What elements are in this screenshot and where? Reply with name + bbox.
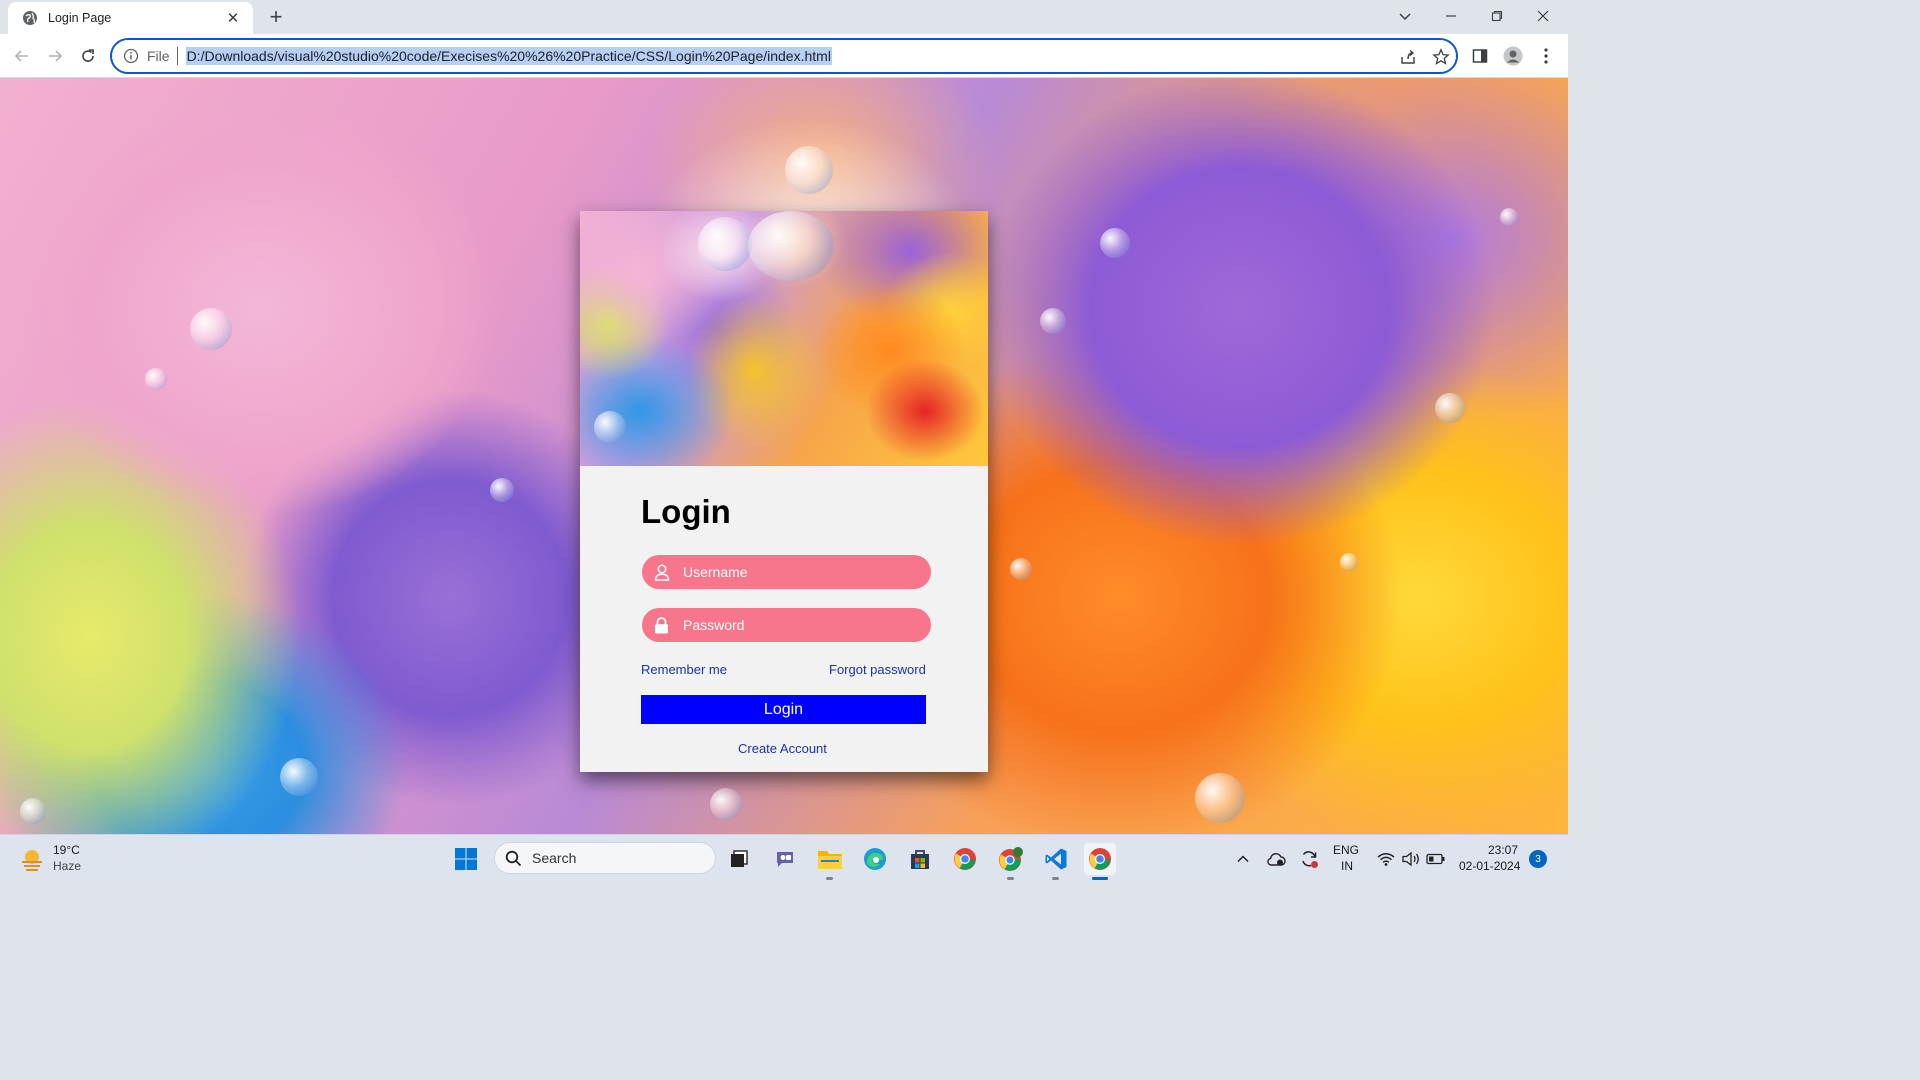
file-explorer-icon[interactable] xyxy=(814,843,846,875)
active-indicator xyxy=(1092,877,1108,880)
tab-close-icon[interactable]: ✕ xyxy=(223,8,243,28)
page-background: Login Username Password Remember me Forg… xyxy=(0,78,1568,834)
chevron-up-icon[interactable] xyxy=(1228,843,1258,875)
taskbar-search-box[interactable]: Search xyxy=(494,842,716,874)
sync-error-icon[interactable] xyxy=(1294,843,1324,875)
username-field[interactable]: Username xyxy=(642,555,931,589)
remember-me-link[interactable]: Remember me xyxy=(641,662,727,677)
close-window-icon[interactable] xyxy=(1520,0,1566,32)
wifi-icon[interactable] xyxy=(1372,843,1400,875)
task-view-icon[interactable] xyxy=(723,843,755,875)
language-region[interactable]: IN xyxy=(1341,859,1353,874)
address-bar[interactable]: File D:/Downloads/visual%20studio%20code… xyxy=(110,38,1458,74)
forgot-password-link[interactable]: Forgot password xyxy=(829,662,926,677)
login-title: Login xyxy=(641,493,731,530)
decor-bubble xyxy=(20,798,46,824)
decor-bubble xyxy=(1100,228,1130,258)
running-indicator xyxy=(1007,877,1014,880)
browser-toolbar: File D:/Downloads/visual%20studio%20code… xyxy=(0,34,1568,78)
chrome-profile-icon[interactable] xyxy=(995,843,1027,875)
windows-start-icon[interactable] xyxy=(450,843,482,875)
chrome-icon[interactable] xyxy=(949,843,981,875)
weather-description: Haze xyxy=(53,859,82,873)
language-code[interactable]: ENG xyxy=(1333,843,1359,858)
chrome-active-icon[interactable] xyxy=(1084,843,1116,875)
volume-icon[interactable] xyxy=(1397,843,1425,875)
minimize-icon[interactable] xyxy=(1428,0,1474,32)
search-label: Search xyxy=(532,850,577,866)
cloud-sync-icon[interactable] xyxy=(1261,843,1291,875)
create-account-link[interactable]: Create Account xyxy=(738,741,827,756)
lock-icon xyxy=(653,616,670,634)
taskbar: 19°C Haze Search ENG IN 23:07 02-01-2024… xyxy=(0,834,1568,882)
user-icon xyxy=(653,564,670,581)
running-indicator xyxy=(826,877,833,880)
decor-bubble xyxy=(145,368,167,390)
clock-date[interactable]: 02-01-2024 xyxy=(1459,859,1520,874)
browser-tab[interactable]: Login Page ✕ xyxy=(8,2,253,34)
reload-icon[interactable] xyxy=(74,42,102,70)
side-panel-icon[interactable] xyxy=(1469,45,1491,67)
more-menu-icon[interactable] xyxy=(1535,45,1557,67)
login-button[interactable]: Login xyxy=(641,695,926,724)
profile-avatar-icon[interactable] xyxy=(1502,45,1524,67)
decor-bubble xyxy=(1010,558,1032,580)
decor-bubble xyxy=(1195,773,1245,823)
vscode-icon[interactable] xyxy=(1040,843,1072,875)
tab-search-icon[interactable] xyxy=(1382,0,1428,32)
notification-badge[interactable]: 3 xyxy=(1529,850,1547,868)
login-card: Login Username Password Remember me Forg… xyxy=(580,211,988,772)
file-scheme-label: File xyxy=(147,48,170,64)
decor-bubble xyxy=(698,217,752,271)
restore-icon[interactable] xyxy=(1474,0,1520,32)
decor-bubble xyxy=(490,478,514,502)
running-indicator xyxy=(1052,877,1059,880)
decor-bubble xyxy=(710,788,742,820)
bookmark-star-icon[interactable] xyxy=(1430,46,1452,68)
edge-browser-icon[interactable] xyxy=(859,843,891,875)
info-icon[interactable] xyxy=(123,48,139,64)
password-field[interactable]: Password xyxy=(642,608,931,642)
tab-title: Login Page xyxy=(48,11,112,25)
username-placeholder: Username xyxy=(683,564,748,580)
decor-bubble xyxy=(280,758,318,796)
battery-icon[interactable] xyxy=(1422,843,1450,875)
clock-time[interactable]: 23:07 xyxy=(1488,843,1518,858)
decor-bubble xyxy=(1340,553,1358,571)
decor-bubble xyxy=(190,308,232,350)
decor-bubble xyxy=(1040,308,1066,334)
share-icon[interactable] xyxy=(1397,46,1419,68)
url-text[interactable]: D:/Downloads/visual%20studio%20code/Exec… xyxy=(185,47,832,65)
globe-icon xyxy=(23,11,37,25)
weather-haze-icon[interactable] xyxy=(16,843,48,875)
password-placeholder: Password xyxy=(683,617,745,633)
back-arrow-icon[interactable] xyxy=(8,42,36,70)
login-hero-image xyxy=(580,211,988,466)
browser-tabstrip: Login Page ✕ + xyxy=(0,0,1568,34)
decor-bubble xyxy=(594,411,626,443)
microsoft-store-icon[interactable] xyxy=(904,843,936,875)
weather-temperature: 19°C xyxy=(53,843,80,857)
forward-arrow-icon[interactable] xyxy=(41,42,69,70)
teams-chat-icon[interactable] xyxy=(769,843,801,875)
search-icon xyxy=(505,850,522,866)
new-tab-button[interactable]: + xyxy=(264,4,288,29)
decor-bubble xyxy=(1435,393,1465,423)
omnibox-separator xyxy=(176,47,178,65)
decor-bubble xyxy=(785,146,833,194)
decor-bubble xyxy=(1500,208,1518,226)
decor-bubble xyxy=(748,211,834,281)
